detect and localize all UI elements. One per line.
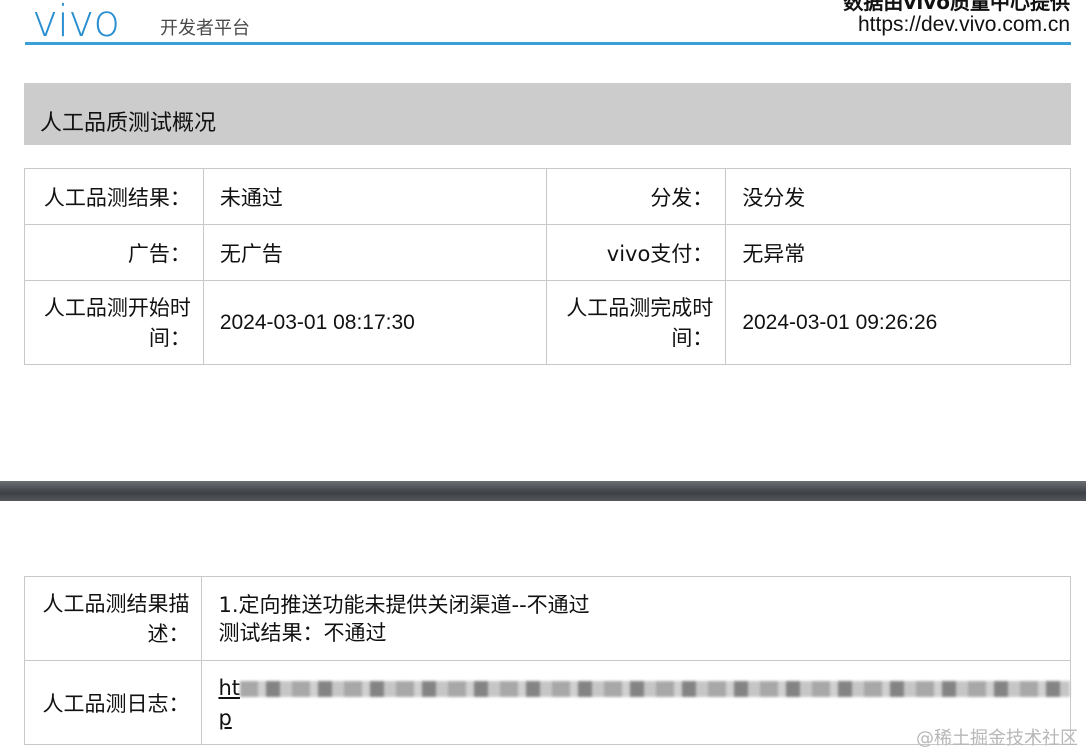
end-time-label-line1: 人工品测完成时 xyxy=(566,295,714,320)
table-row: 人工品测结果： 未通过 分发： 没分发 xyxy=(24,168,1071,225)
logo-subtitle: 开发者平台 xyxy=(160,18,250,39)
start-time-label-line1: 人工品测开始时 xyxy=(43,295,191,320)
watermark: @稀土掘金技术社区 xyxy=(916,728,1078,749)
result-desc-label-line1: 人工品测结果描 xyxy=(42,591,190,616)
end-time-value: 2024-03-01 09:26:26 xyxy=(725,280,1071,365)
start-time-value: 2024-03-01 08:17:30 xyxy=(202,280,548,365)
payment-label: vivo支付： xyxy=(546,224,727,281)
header-divider xyxy=(25,42,1071,45)
ads-value: 无广告 xyxy=(202,224,548,281)
start-time-label-line2: 间： xyxy=(148,325,191,350)
header-url[interactable]: https://dev.vivo.com.cn xyxy=(858,13,1070,37)
vivo-logo: vivo xyxy=(32,0,120,47)
section-title-bar: 人工品质测试概况 xyxy=(24,83,1071,145)
result-desc-label-line2: 述： xyxy=(147,621,190,646)
table-row: 人工品测开始时 间： 2024-03-01 08:17:30 人工品测完成时 间… xyxy=(24,280,1071,365)
section-title: 人工品质测试概况 xyxy=(40,111,217,136)
result-desc-label: 人工品测结果描 述： xyxy=(23,576,203,661)
redacted-url-blur xyxy=(240,680,1070,697)
summary-table: 人工品测结果： 未通过 分发： 没分发 广告： 无广告 vivo支付： 无异常 … xyxy=(24,168,1071,365)
log-link-start[interactable]: ht xyxy=(218,676,240,700)
payment-value: 无异常 xyxy=(725,224,1071,281)
test-result-label: 人工品测结果： xyxy=(24,168,204,225)
result-desc-line1: 1.定向推送功能未提供关闭渠道--不通过 xyxy=(218,592,590,617)
end-time-label-line2: 间： xyxy=(671,325,714,350)
distribution-value: 没分发 xyxy=(725,168,1071,225)
ads-label: 广告： xyxy=(24,224,204,281)
page-header: vivo 开发者平台 数据由vivo质量中心提供 https://dev.viv… xyxy=(0,0,1086,46)
start-time-label: 人工品测开始时 间： xyxy=(24,280,204,365)
log-label: 人工品测日志： xyxy=(23,660,203,745)
page-break-divider xyxy=(0,481,1086,501)
result-desc-line2: 测试结果：不通过 xyxy=(218,620,387,645)
table-row: 人工品测日志： ht p xyxy=(23,660,1071,745)
test-result-value: 未通过 xyxy=(202,168,548,225)
result-desc-value: 1.定向推送功能未提供关闭渠道--不通过 测试结果：不通过 xyxy=(201,576,1071,661)
distribution-label: 分发： xyxy=(546,168,727,225)
table-row: 人工品测结果描 述： 1.定向推送功能未提供关闭渠道--不通过 测试结果：不通过 xyxy=(23,576,1071,661)
table-row: 广告： 无广告 vivo支付： 无异常 xyxy=(24,224,1071,281)
end-time-label: 人工品测完成时 间： xyxy=(546,280,727,365)
details-table: 人工品测结果描 述： 1.定向推送功能未提供关闭渠道--不通过 测试结果：不通过… xyxy=(23,576,1071,745)
